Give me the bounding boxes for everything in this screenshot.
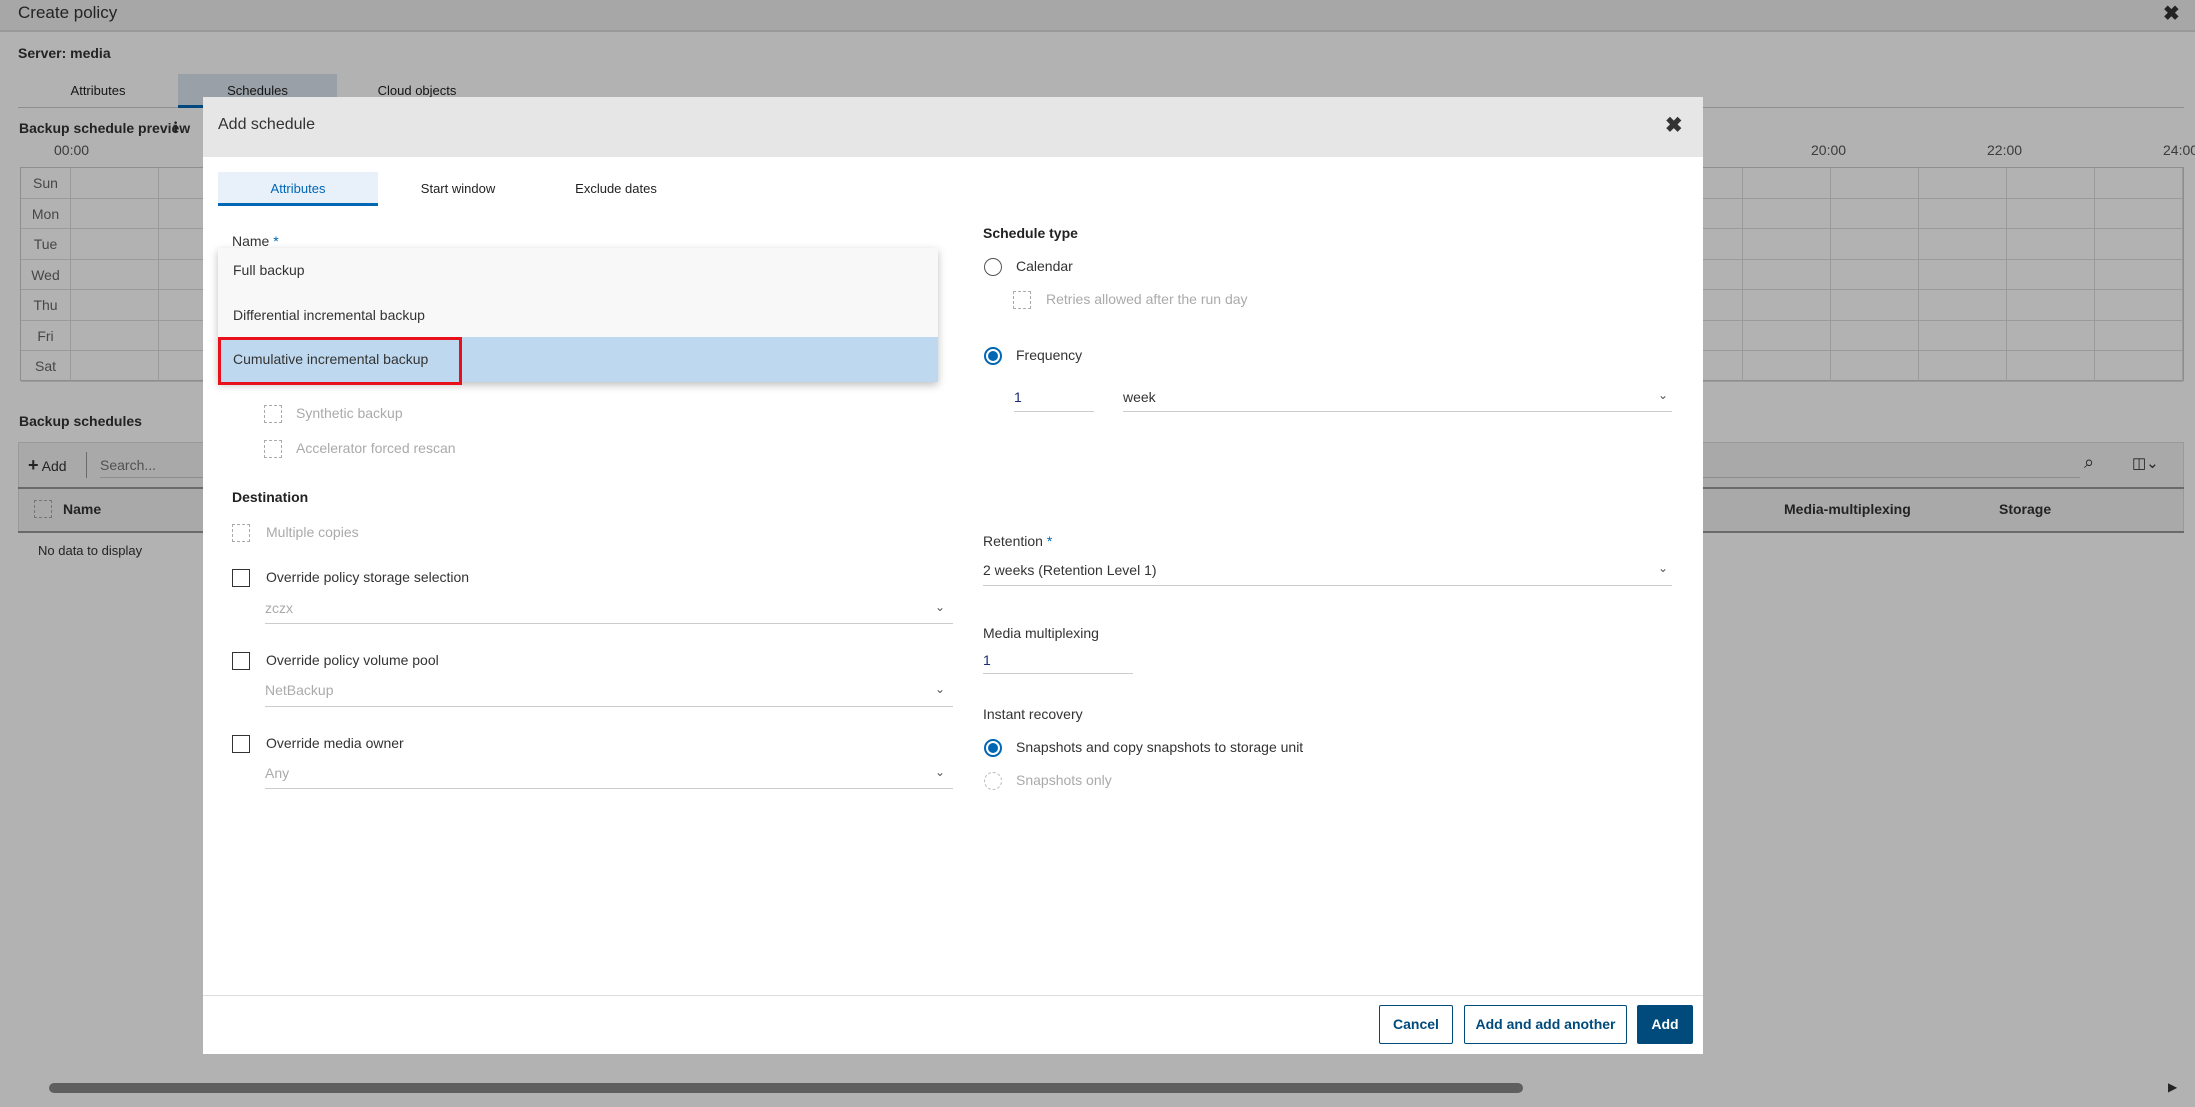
override-storage-checkbox[interactable] xyxy=(232,569,250,587)
name-label-text: Name xyxy=(232,233,270,249)
name-dropdown-list: Full backup Differential incremental bac… xyxy=(218,248,938,385)
cancel-button[interactable]: Cancel xyxy=(1379,1005,1453,1044)
required-mark: * xyxy=(1046,533,1053,549)
divider xyxy=(983,585,1672,586)
override-media-owner-checkbox[interactable] xyxy=(232,735,250,753)
synthetic-backup-label: Synthetic backup xyxy=(296,405,403,421)
close-icon[interactable]: ✖ xyxy=(1665,113,1683,138)
media-multiplexing-input[interactable]: 1 xyxy=(983,652,991,668)
retries-label: Retries allowed after the run day xyxy=(1046,291,1248,307)
add-schedule-dialog: Add schedule ✖ Attributes Start window E… xyxy=(203,97,1703,1054)
override-storage-label: Override policy storage selection xyxy=(266,569,470,585)
retention-label: Retention * xyxy=(983,533,1052,549)
accelerator-rescan-label: Accelerator forced rescan xyxy=(296,440,456,456)
footer-divider xyxy=(203,995,1703,996)
retention-label-text: Retention xyxy=(983,533,1043,549)
divider xyxy=(983,673,1133,674)
synthetic-backup-checkbox[interactable] xyxy=(264,405,282,423)
calendar-radio[interactable] xyxy=(984,258,1002,276)
frequency-input[interactable]: 1 xyxy=(1014,389,1022,405)
divider xyxy=(1014,411,1094,412)
dialog-header: Add schedule ✖ xyxy=(203,97,1703,157)
snapshots-and-copy-radio[interactable] xyxy=(984,739,1002,757)
chevron-down-icon: ⌄ xyxy=(1658,561,1669,575)
retries-checkbox[interactable] xyxy=(1013,291,1031,309)
snapshots-only-radio[interactable] xyxy=(984,772,1002,790)
snapshots-and-copy-label: Snapshots and copy snapshots to storage … xyxy=(1016,739,1304,755)
frequency-unit-select[interactable]: week xyxy=(1123,389,1156,405)
divider xyxy=(265,706,953,707)
volume-pool-select[interactable]: NetBackup xyxy=(265,682,333,698)
retention-select[interactable]: 2 weeks (Retention Level 1) xyxy=(983,562,1157,578)
tab-exclude-dates[interactable]: Exclude dates xyxy=(541,172,691,206)
override-media-owner-label: Override media owner xyxy=(266,735,404,751)
chevron-down-icon: ⌄ xyxy=(935,682,946,696)
schedule-type-title: Schedule type xyxy=(983,225,1078,241)
chevron-down-icon: ⌄ xyxy=(935,765,946,779)
chevron-down-icon: ⌄ xyxy=(1658,388,1669,402)
instant-recovery-title: Instant recovery xyxy=(983,706,1083,722)
multiple-copies-checkbox[interactable] xyxy=(232,524,250,542)
storage-select[interactable]: zczx xyxy=(265,600,293,616)
frequency-label: Frequency xyxy=(1016,347,1083,363)
multiple-copies-label: Multiple copies xyxy=(266,524,359,540)
media-multiplexing-label: Media multiplexing xyxy=(983,625,1099,641)
override-volume-pool-label: Override policy volume pool xyxy=(266,652,439,668)
divider xyxy=(265,788,953,789)
tab-start-window[interactable]: Start window xyxy=(383,172,533,206)
divider xyxy=(265,623,953,624)
calendar-label: Calendar xyxy=(1016,258,1073,274)
accelerator-rescan-checkbox[interactable] xyxy=(264,440,282,458)
snapshots-only-label: Snapshots only xyxy=(1016,772,1112,788)
chevron-down-icon: ⌄ xyxy=(935,600,946,614)
highlight-box xyxy=(218,337,462,385)
frequency-radio[interactable] xyxy=(984,347,1002,365)
destination-title: Destination xyxy=(232,489,309,505)
tab-attributes[interactable]: Attributes xyxy=(218,172,378,206)
add-and-add-another-button[interactable]: Add and add another xyxy=(1464,1005,1627,1044)
dialog-title: Add schedule xyxy=(218,116,315,133)
required-mark: * xyxy=(273,233,279,249)
add-button[interactable]: Add xyxy=(1637,1005,1693,1044)
override-volume-pool-checkbox[interactable] xyxy=(232,652,250,670)
name-label: Name * xyxy=(232,233,279,249)
media-owner-select[interactable]: Any xyxy=(265,765,289,781)
divider xyxy=(1123,411,1672,412)
option-differential-incremental[interactable]: Differential incremental backup xyxy=(218,293,938,338)
option-full-backup[interactable]: Full backup xyxy=(218,248,938,293)
